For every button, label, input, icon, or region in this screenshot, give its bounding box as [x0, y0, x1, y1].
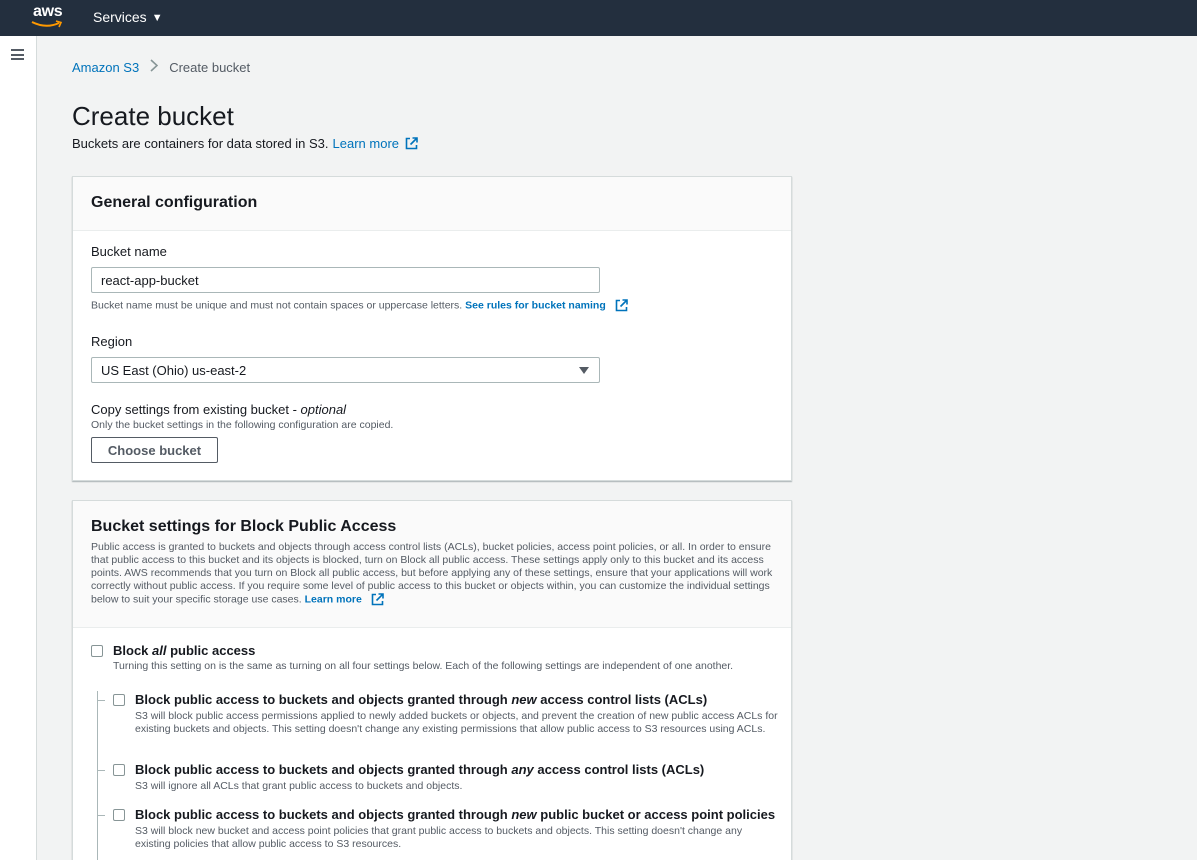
- external-link-icon: [371, 593, 384, 606]
- block-public-access-description: Public access is granted to buckets and …: [91, 541, 775, 606]
- learn-more-link[interactable]: Learn more: [305, 593, 362, 605]
- block-new-policies-title: Block public access to buckets and objec…: [135, 807, 775, 822]
- tree-connector: [97, 700, 105, 701]
- bucket-name-label: Bucket name: [91, 244, 167, 259]
- general-configuration-header: General configuration: [73, 177, 791, 231]
- block-public-access-header: Bucket settings for Block Public Access …: [73, 501, 791, 628]
- region-select[interactable]: US East (Ohio) us-east-2: [91, 357, 600, 383]
- title-emphasis: new: [511, 807, 537, 822]
- bucket-name-hint-text: Bucket name must be unique and must not …: [91, 299, 463, 312]
- caret-down-icon: ▼: [151, 11, 163, 24]
- block-public-access-heading: Bucket settings for Block Public Access: [91, 518, 397, 535]
- bucket-naming-rules-link[interactable]: See rules for bucket naming: [465, 299, 606, 311]
- caret-down-icon: [579, 367, 589, 374]
- page-description: Buckets are containers for data stored i…: [72, 136, 418, 151]
- block-new-policies-checkbox[interactable]: [113, 809, 125, 821]
- bucket-name-hint: Bucket name must be unique and must not …: [91, 299, 628, 312]
- general-configuration-panel: General configuration Bucket name react-…: [72, 176, 792, 481]
- breadcrumb: Amazon S3 Create bucket: [72, 59, 250, 75]
- region-label: Region: [91, 334, 133, 349]
- general-configuration-heading: General configuration: [91, 194, 258, 211]
- external-link-icon: [615, 299, 628, 312]
- optional-label: optional: [300, 402, 347, 417]
- block-new-acls-title: Block public access to buckets and objec…: [135, 692, 707, 707]
- region-value: US East (Ohio) us-east-2: [101, 362, 247, 378]
- tree-connector: [97, 691, 98, 860]
- title-part: public access: [166, 643, 256, 658]
- block-all-public-access-title: Block all public access: [113, 643, 255, 658]
- aws-logo[interactable]: aws: [30, 3, 64, 31]
- top-navigation-bar: aws Services ▼: [0, 0, 1197, 36]
- block-any-acls-title: Block public access to buckets and objec…: [135, 762, 704, 777]
- choose-bucket-button[interactable]: Choose bucket: [91, 437, 218, 463]
- bucket-name-value: react-app-bucket: [101, 272, 199, 288]
- title-part: access control lists (ACLs): [536, 692, 708, 707]
- breadcrumb-current: Create bucket: [169, 59, 251, 75]
- bucket-name-input[interactable]: react-app-bucket: [91, 267, 600, 293]
- block-all-public-access-description: Turning this setting on is the same as t…: [113, 660, 734, 672]
- title-part: public bucket or access point policies: [536, 807, 776, 822]
- block-public-access-description-text: Public access is granted to buckets and …: [91, 541, 773, 606]
- block-any-acls-checkbox[interactable]: [113, 764, 125, 776]
- side-navigation: [0, 36, 37, 860]
- services-menu-button[interactable]: Services ▼: [93, 9, 163, 25]
- title-emphasis: all: [152, 643, 167, 658]
- chevron-right-icon: [150, 59, 159, 75]
- menu-icon[interactable]: [11, 49, 24, 60]
- title-emphasis: new: [511, 692, 537, 707]
- title-part: Block public access to buckets and objec…: [135, 807, 512, 822]
- aws-smile-icon: [31, 20, 63, 28]
- block-any-acls-description: S3 will ignore all ACLs that grant publi…: [135, 780, 463, 792]
- learn-more-link[interactable]: Learn more: [333, 136, 399, 151]
- title-part: Block: [113, 643, 153, 658]
- copy-settings-hint: Only the bucket settings in the followin…: [91, 419, 394, 431]
- breadcrumb-amazon-s3-link[interactable]: Amazon S3: [72, 60, 139, 75]
- title-part: Block public access to buckets and objec…: [135, 692, 512, 707]
- copy-settings-label: Copy settings from existing bucket - opt…: [91, 402, 346, 417]
- title-emphasis: any: [511, 762, 534, 777]
- page-description-text: Buckets are containers for data stored i…: [72, 136, 329, 151]
- tree-connector: [97, 770, 105, 771]
- services-label: Services: [93, 9, 147, 25]
- title-part: Block public access to buckets and objec…: [135, 762, 512, 777]
- block-new-acls-checkbox[interactable]: [113, 694, 125, 706]
- external-link-icon: [405, 137, 418, 150]
- block-new-policies-description: S3 will block new bucket and access poin…: [135, 825, 743, 850]
- block-new-acls-description: S3 will block public access permissions …: [135, 710, 778, 735]
- aws-logo-text: aws: [33, 3, 63, 20]
- title-part: access control lists (ACLs): [533, 762, 705, 777]
- tree-connector: [97, 815, 105, 816]
- block-all-public-access-checkbox[interactable]: [91, 645, 103, 657]
- page-title: Create bucket: [72, 101, 234, 131]
- block-public-access-panel: Bucket settings for Block Public Access …: [72, 500, 792, 860]
- copy-settings-label-text: Copy settings from existing bucket -: [91, 402, 301, 417]
